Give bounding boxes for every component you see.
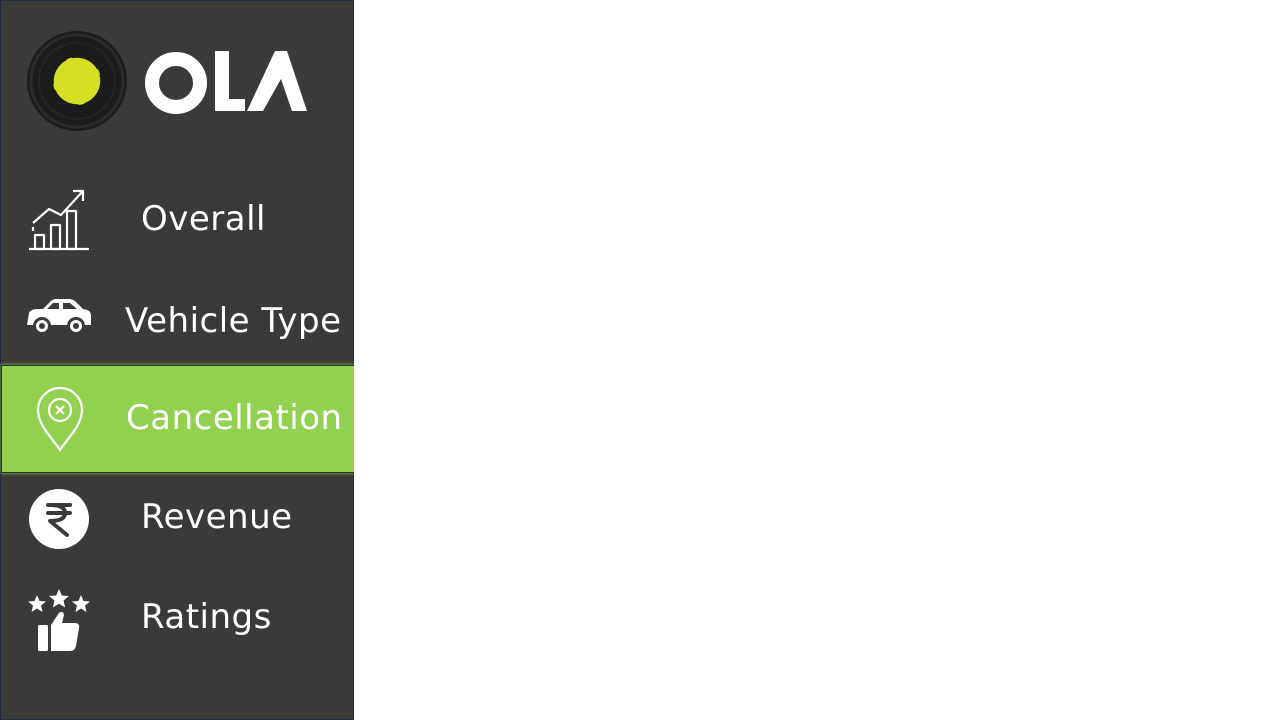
ola-logo-mark-icon xyxy=(27,31,127,131)
sidebar-item-label: Ratings xyxy=(141,597,272,637)
sidebar: Overall Vehicle Type Cancellation Revenu… xyxy=(0,0,355,720)
sidebar-item-label: Vehicle Type xyxy=(125,301,342,341)
sidebar-item-ratings[interactable]: Ratings xyxy=(1,573,355,673)
sidebar-item-label: Revenue xyxy=(141,497,293,537)
sidebar-item-label: Cancellation xyxy=(126,398,343,438)
sidebar-item-revenue[interactable]: Revenue xyxy=(1,473,355,573)
growth-chart-icon xyxy=(23,185,95,257)
sidebar-item-overall[interactable]: Overall xyxy=(1,171,355,271)
main-content-area xyxy=(354,0,1280,720)
ola-wordmark xyxy=(145,51,307,114)
rupee-icon xyxy=(23,485,95,557)
sidebar-item-cancellation[interactable]: Cancellation xyxy=(1,365,355,473)
location-cancel-icon xyxy=(24,384,96,456)
car-icon xyxy=(23,281,95,345)
sidebar-item-label: Overall xyxy=(141,199,267,239)
sidebar-item-vehicle-type[interactable]: Vehicle Type xyxy=(1,271,355,371)
ola-logo xyxy=(25,29,315,133)
stars-thumbs-up-icon xyxy=(23,585,95,657)
